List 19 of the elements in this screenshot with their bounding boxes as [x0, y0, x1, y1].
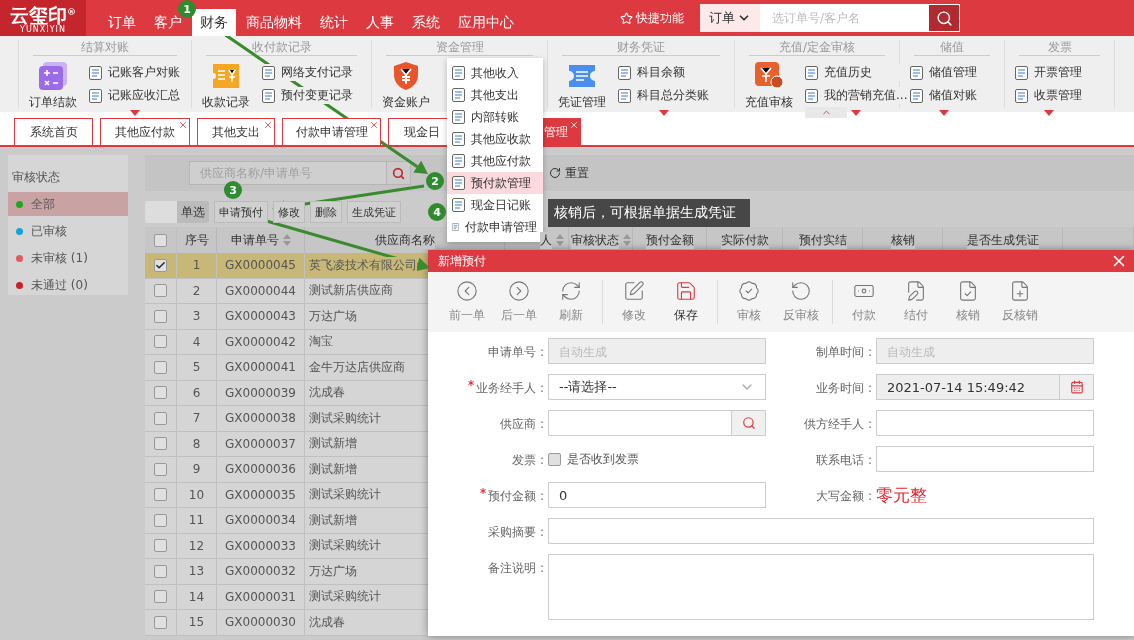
group-title: 收付款记录 — [206, 40, 357, 56]
group-title: 结算对账 — [33, 40, 177, 56]
field-label: 供方经手人 : — [804, 416, 872, 433]
group-title: 资金管理 — [386, 40, 533, 56]
field-label: 大写金额 : — [816, 488, 872, 505]
logo: 云玺印$^{®}$ YUNXIYIN — [0, 0, 86, 36]
tooltip: 核销后，可根据单据生成凭证 — [548, 199, 750, 227]
field-label: 业务时间 : — [816, 380, 872, 397]
field-label: 发票 : — [512, 452, 544, 469]
field-label: 联系电话 : — [816, 452, 872, 469]
group-title: 发票 — [1019, 40, 1100, 56]
field-label: 制单时间 : — [816, 344, 872, 361]
panel-title: 审核状态 — [11, 169, 61, 186]
group-title: 财务凭证 — [562, 40, 720, 56]
group-title: 储值 — [914, 40, 990, 56]
group-title: 充值/定金审核 — [749, 40, 885, 56]
dialog-title: 新增预付 — [438, 252, 486, 270]
checkbox-label: 是否收到发票 — [567, 450, 639, 468]
amount-in-words: 零元整 — [876, 484, 928, 507]
